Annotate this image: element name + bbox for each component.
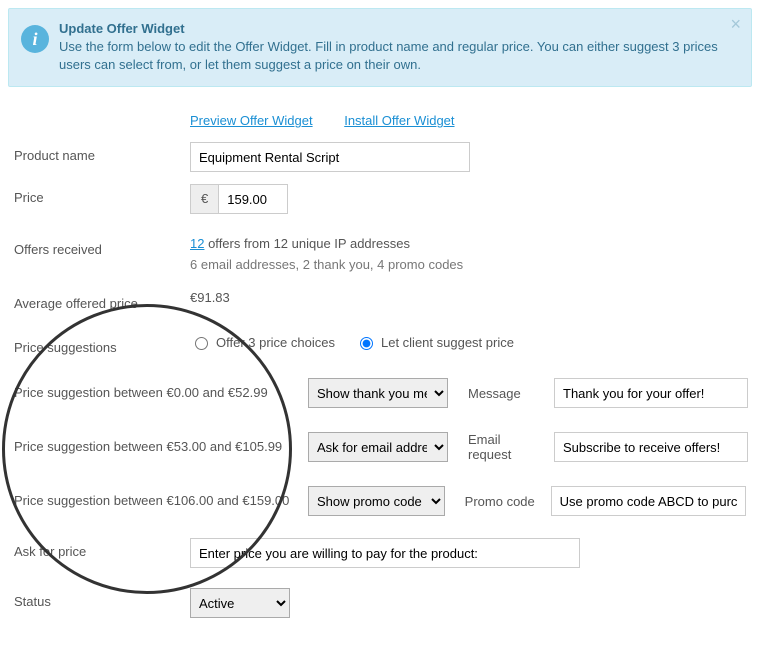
tier2-side-label: Email request [448,432,544,462]
label-avg-price: Average offered price [14,290,190,311]
tier1-side-label: Message [448,386,544,401]
close-icon[interactable]: × [730,15,741,33]
alert-body: Use the form below to edit the Offer Wid… [59,38,721,74]
tier1-action-select[interactable]: Show thank you message [308,378,448,408]
widget-links: Preview Offer Widget Install Offer Widge… [0,95,760,136]
tier3-message-input[interactable] [551,486,746,516]
info-icon: i [21,25,49,53]
preview-link[interactable]: Preview Offer Widget [190,113,313,128]
label-status: Status [14,588,190,609]
tier1-label: Price suggestion between €0.00 and €52.9… [14,384,308,402]
product-name-input[interactable] [190,142,470,172]
offers-count-link[interactable]: 12 [190,236,204,251]
tier3-label: Price suggestion between €106.00 and €15… [14,492,308,510]
label-price: Price [14,184,190,205]
radio-client-suggest[interactable]: Let client suggest price [355,334,514,350]
radio-client-suggest-label: Let client suggest price [381,335,514,350]
label-price-suggestions: Price suggestions [14,334,190,355]
tier1-message-input[interactable] [554,378,748,408]
tier3-side-label: Promo code [445,494,541,509]
radio-offer3-input[interactable] [195,337,208,350]
tier2-action-select[interactable]: Ask for email address [308,432,448,462]
radio-offer3-label: Offer 3 price choices [216,335,335,350]
tier2-message-input[interactable] [554,432,748,462]
install-link[interactable]: Install Offer Widget [344,113,454,128]
alert-title: Update Offer Widget [59,21,721,36]
status-select[interactable]: Active [190,588,290,618]
offers-line2-text: 6 email addresses, 2 thank you, 4 promo … [190,257,746,272]
currency-prefix: € [190,184,218,214]
label-product-name: Product name [14,142,190,163]
label-ask-for-price: Ask for price [14,538,190,559]
ask-for-price-input[interactable] [190,538,580,568]
avg-price-value: €91.83 [190,290,230,305]
tier2-label: Price suggestion between €53.00 and €105… [14,438,308,456]
offers-line1-text: offers from 12 unique IP addresses [204,236,409,251]
price-input[interactable] [218,184,288,214]
radio-offer3[interactable]: Offer 3 price choices [190,334,335,350]
label-offers-received: Offers received [14,236,190,257]
radio-client-suggest-input[interactable] [360,337,373,350]
tier3-action-select[interactable]: Show promo code [308,486,445,516]
info-alert: i × Update Offer Widget Use the form bel… [8,8,752,87]
